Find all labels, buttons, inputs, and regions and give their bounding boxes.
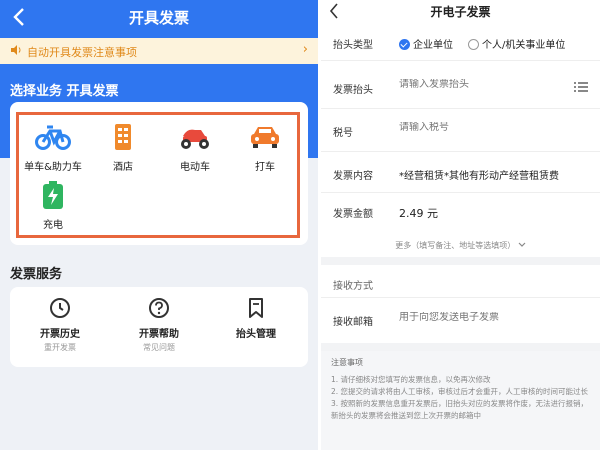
form-title: 开电子发票 (430, 5, 491, 19)
note-item: 1. 请仔细核对您填写的发票信息，以免再次修改 (331, 375, 491, 384)
tax-number-input[interactable] (399, 122, 569, 133)
service-name: 开票帮助 (139, 329, 179, 340)
tax-number-label: 税号 (333, 128, 353, 139)
hotel-icon (115, 124, 131, 150)
business-label: 酒店 (113, 162, 133, 173)
question-icon (149, 298, 169, 318)
page-title: 开具发票 (128, 9, 189, 27)
invoice-home-panel: 开具发票 自动开具发票注意事项 › 选择业务 开具发票 单车&助力车 酒店 电动… (0, 0, 318, 450)
business-charging[interactable]: 充电 (18, 180, 88, 231)
electronic-invoice-form: 开电子发票 抬头类型 企业单位 个人/机关事业单位 发票抬头 税号 发票内容 *… (321, 0, 600, 450)
service-card: 开票历史 重开发票 开票帮助 常见问题 抬头管理 (10, 287, 308, 367)
battery-icon (43, 181, 63, 209)
business-label: 电动车 (180, 162, 210, 173)
car-icon (251, 127, 279, 148)
business-hotel[interactable]: 酒店 (88, 122, 158, 173)
service-name: 开票历史 (40, 329, 80, 340)
form-top-bar: 开电子发票 (321, 0, 600, 24)
invoice-amount-row: 发票金额 2.49 元 (321, 194, 600, 230)
business-label: 打车 (255, 162, 275, 173)
email-row: 接收邮箱 (321, 297, 600, 341)
service-name: 抬头管理 (236, 329, 276, 340)
invoice-header-input[interactable] (399, 79, 569, 90)
notice-text: 自动开具发票注意事项 (27, 46, 137, 59)
header-type-label: 抬头类型 (333, 40, 373, 51)
receive-method-title: 接收方式 (333, 281, 373, 292)
service-section-title: 发票服务 (10, 267, 63, 282)
radio-label: 企业单位 (413, 40, 453, 51)
radio-checked-icon (399, 39, 410, 50)
clock-icon (50, 298, 70, 318)
radio-personal[interactable]: 个人/机关事业单位 (468, 36, 565, 51)
service-subtitle: 常见问题 (143, 343, 175, 352)
invoice-amount-value: 2.49 元 (399, 207, 438, 220)
bicycle-icon (35, 125, 71, 150)
notice-bar[interactable]: 自动开具发票注意事项 › (0, 38, 318, 64)
radio-label: 个人/机关事业单位 (482, 40, 566, 51)
note-item: 3. 按照新的发票信息重开发票后，旧抬头对应的发票将作废，无法进行报销，新抬头的… (331, 399, 589, 420)
notes-section: 注意事项 1. 请仔细核对您填写的发票信息，以免再次修改 2. 您提交的请求将由… (321, 351, 600, 450)
service-invoice-help[interactable]: 开票帮助 常见问题 (119, 297, 199, 353)
list-icon[interactable] (574, 81, 588, 93)
invoice-header-row: 发票抬头 (321, 67, 600, 109)
invoice-content-value: *经营租赁*其他有形动产经营租赁费 (399, 171, 559, 182)
invoice-header-label: 发票抬头 (333, 85, 373, 96)
note-item: 2. 您提交的请求将由人工审核，审核过后才会重开，人工审核的时间可能过长 (331, 387, 589, 396)
service-invoice-history[interactable]: 开票历史 重开发票 (20, 297, 100, 353)
header-type-row: 抬头类型 企业单位 个人/机关事业单位 (321, 24, 600, 61)
radio-unchecked-icon (468, 39, 479, 50)
more-options-text: 更多（填写备注、地址等选填项） (395, 241, 516, 250)
section-divider (321, 343, 600, 351)
business-label: 单车&助力车 (24, 162, 82, 173)
business-taxi[interactable]: 打车 (230, 122, 300, 173)
section-title: 选择业务 开具发票 (10, 84, 119, 99)
service-subtitle: 重开发票 (44, 343, 76, 352)
business-label: 充电 (43, 220, 63, 231)
section-divider (321, 257, 600, 265)
tax-number-row: 税号 (321, 110, 600, 152)
chevron-down-icon (518, 242, 526, 247)
invoice-content-label: 发票内容 (333, 171, 373, 182)
more-options-toggle[interactable]: 更多（填写备注、地址等选填项） (321, 240, 600, 251)
business-scooter[interactable]: 电动车 (160, 122, 230, 173)
email-input[interactable] (399, 312, 569, 323)
business-bicycle[interactable]: 单车&助力车 (18, 122, 88, 173)
email-label: 接收邮箱 (333, 317, 373, 328)
invoice-content-row: 发票内容 *经营租赁*其他有形动产经营租赁费 (321, 153, 600, 193)
top-bar: 开具发票 (0, 0, 318, 34)
radio-enterprise[interactable]: 企业单位 (399, 36, 453, 51)
speaker-icon (11, 45, 21, 55)
scooter-icon (181, 129, 209, 149)
bookmark-icon (249, 298, 263, 318)
invoice-amount-label: 发票金额 (333, 209, 373, 220)
service-header-management[interactable]: 抬头管理 (216, 297, 296, 340)
notes-title: 注意事项 (331, 358, 363, 367)
chevron-right-icon: › (302, 42, 308, 57)
